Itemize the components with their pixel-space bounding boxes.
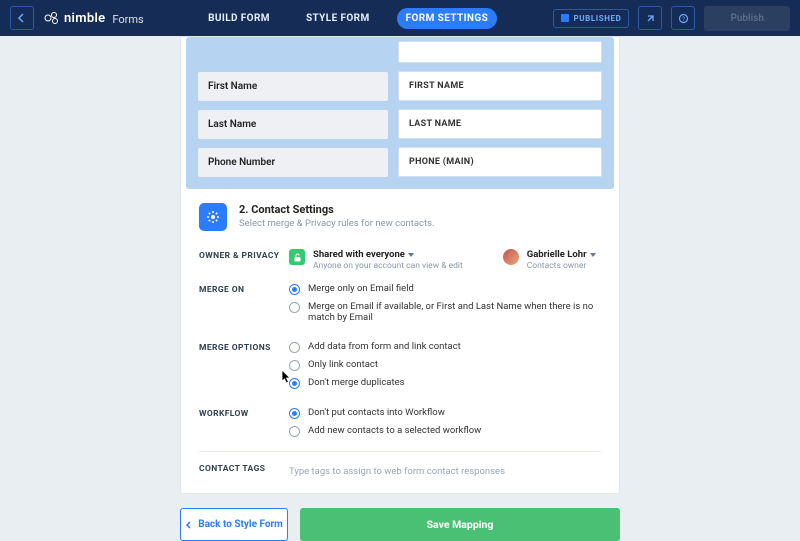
gear-icon	[199, 203, 227, 231]
field-mapping-block: . First Name FIRST NAME Last Name LAST N…	[186, 37, 614, 189]
radio-add-link[interactable]	[289, 342, 300, 353]
chevron-left-icon	[185, 521, 193, 529]
option-label: Add data from form and link contact	[308, 341, 461, 352]
toolbar-right: PUBLISHED ? Publish	[553, 6, 790, 31]
radio-no-merge[interactable]	[289, 378, 300, 389]
settings-card: . First Name FIRST NAME Last Name LAST N…	[180, 36, 620, 494]
svg-text:?: ?	[682, 16, 685, 23]
chevron-down-icon	[590, 253, 596, 257]
tab-style-form[interactable]: STYLE FORM	[297, 8, 379, 29]
published-dot-icon	[561, 14, 569, 22]
option-label: Add new contacts to a selected workflow	[308, 425, 481, 436]
section-subtitle: Select merge & Privacy rules for new con…	[239, 218, 435, 229]
radio-no-workflow[interactable]	[289, 408, 300, 419]
owner-sub: Contacts owner	[527, 261, 596, 271]
field-row: .	[198, 41, 602, 63]
page: . First Name FIRST NAME Last Name LAST N…	[0, 36, 800, 541]
back-button[interactable]	[10, 6, 34, 30]
help-button[interactable]: ?	[671, 6, 695, 30]
row-label: WORKFLOW	[199, 407, 289, 443]
field-value[interactable]: PHONE (MAIN)	[398, 147, 602, 177]
radio-add-workflow[interactable]	[289, 426, 300, 437]
tab-form-settings[interactable]: FORM SETTINGS	[397, 8, 498, 29]
field-label: Last Name	[198, 110, 388, 139]
nav: BUILD FORM STYLE FORM FORM SETTINGS	[199, 8, 497, 29]
logo-icon	[44, 10, 60, 26]
privacy-title: Shared with everyone	[313, 249, 405, 260]
field-value[interactable]: LAST NAME	[398, 109, 602, 139]
option-label: Merge only on Email field	[308, 283, 414, 294]
owner-selector[interactable]: Gabrielle Lohr Contacts owner	[503, 249, 596, 271]
row-label: MERGE OPTIONS	[199, 341, 289, 395]
brand-name: nimble	[64, 11, 105, 26]
open-external-button[interactable]	[638, 6, 662, 30]
row-label: CONTACT TAGS	[199, 462, 289, 481]
field-row: Phone Number PHONE (MAIN)	[198, 147, 602, 177]
owner-name: Gabrielle Lohr	[527, 249, 587, 260]
publish-button[interactable]: Publish	[704, 6, 790, 31]
contact-settings-header: 2. Contact Settings Select merge & Priva…	[181, 189, 619, 239]
field-row: First Name FIRST NAME	[198, 71, 602, 101]
chevron-down-icon	[408, 253, 414, 257]
option-label: Don't merge duplicates	[308, 377, 405, 388]
radio-merge-email[interactable]	[289, 284, 300, 295]
save-mapping-button[interactable]: Save Mapping	[300, 508, 620, 541]
field-label: First Name	[198, 72, 388, 101]
brand-suffix: Forms	[112, 13, 143, 26]
option-label: Merge on Email if available, or First an…	[308, 301, 601, 323]
radio-link-only[interactable]	[289, 360, 300, 371]
merge-options-row: MERGE OPTIONS Add data from form and lin…	[181, 331, 619, 397]
tags-input[interactable]	[289, 462, 601, 481]
field-value[interactable]: FIRST NAME	[398, 71, 602, 101]
logo: nimble Forms	[44, 10, 144, 26]
workflow-row: WORKFLOW Don't put contacts into Workflo…	[181, 397, 619, 445]
tab-build-form[interactable]: BUILD FORM	[199, 8, 279, 29]
section-title: 2. Contact Settings	[239, 203, 435, 216]
avatar	[503, 249, 519, 265]
radio-merge-name[interactable]	[289, 302, 300, 313]
back-to-style-button[interactable]: Back to Style Form	[180, 508, 288, 541]
back-label: Back to Style Form	[198, 519, 283, 530]
published-label: PUBLISHED	[574, 14, 622, 23]
option-label: Only link contact	[308, 359, 378, 370]
field-row: Last Name LAST NAME	[198, 109, 602, 139]
contact-tags-row: CONTACT TAGS	[181, 452, 619, 493]
unlock-icon	[289, 249, 305, 265]
merge-on-row: MERGE ON Merge only on Email field Merge…	[181, 273, 619, 331]
owner-privacy-row: OWNER & PRIVACY Shared with everyone Any…	[181, 239, 619, 273]
published-badge: PUBLISHED	[553, 9, 630, 28]
privacy-selector[interactable]: Shared with everyone Anyone on your acco…	[289, 249, 463, 271]
footer-actions: Back to Style Form Save Mapping	[180, 508, 620, 541]
privacy-sub: Anyone on your account can view & edit	[313, 261, 463, 271]
field-label: Phone Number	[198, 148, 388, 177]
topbar: nimble Forms BUILD FORM STYLE FORM FORM …	[0, 0, 800, 36]
option-label: Don't put contacts into Workflow	[308, 407, 445, 418]
row-label: MERGE ON	[199, 283, 289, 329]
row-label: OWNER & PRIVACY	[199, 249, 289, 271]
